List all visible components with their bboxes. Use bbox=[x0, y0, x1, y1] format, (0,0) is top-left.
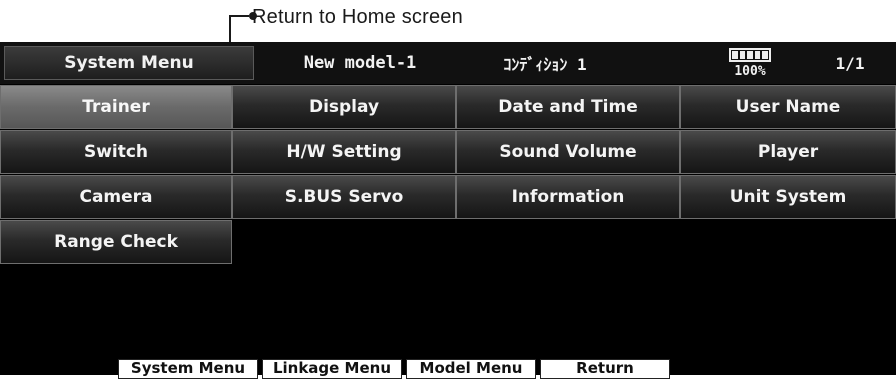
menu-item-information[interactable]: Information bbox=[456, 175, 680, 219]
tab-system-menu[interactable]: System Menu bbox=[118, 359, 258, 379]
battery-indicator: 100% bbox=[700, 42, 800, 84]
menu-item-trainer[interactable]: Trainer bbox=[0, 85, 232, 129]
menu-item-hw-setting[interactable]: H/W Setting bbox=[232, 130, 456, 174]
callout-line bbox=[229, 15, 249, 17]
menu-item-sbus-servo[interactable]: S.BUS Servo bbox=[232, 175, 456, 219]
menu-item-date-and-time[interactable]: Date and Time bbox=[456, 85, 680, 129]
menu-item-sound-volume[interactable]: Sound Volume bbox=[456, 130, 680, 174]
tab-model-menu[interactable]: Model Menu bbox=[406, 359, 536, 379]
menu-item-user-name[interactable]: User Name bbox=[680, 85, 896, 129]
menu-item-display[interactable]: Display bbox=[232, 85, 456, 129]
callout-text: Return to Home screen bbox=[252, 6, 463, 28]
model-name: New model-1 bbox=[303, 53, 417, 73]
menu-item-switch[interactable]: Switch bbox=[0, 130, 232, 174]
menu-item-range-check[interactable]: Range Check bbox=[0, 220, 232, 264]
return-home-callout: Return to Home screen bbox=[0, 0, 896, 77]
tab-return[interactable]: Return bbox=[540, 359, 670, 379]
menu-item-camera[interactable]: Camera bbox=[0, 175, 232, 219]
footer-tabs: System Menu Linkage Menu Model Menu Retu… bbox=[0, 357, 896, 379]
page-indicator: 1/1 bbox=[835, 53, 865, 73]
header-bar: System Menu New model-1 ｺﾝﾃﾞｨｼｮﾝ 1 100% … bbox=[0, 42, 896, 84]
battery-level: 100% bbox=[734, 63, 766, 79]
transmitter-screen: System Menu New model-1 ｺﾝﾃﾞｨｼｮﾝ 1 100% … bbox=[0, 42, 896, 379]
battery-icon bbox=[729, 47, 771, 62]
menu-item-unit-system[interactable]: Unit System bbox=[680, 175, 896, 219]
menu-item-player[interactable]: Player bbox=[680, 130, 896, 174]
condition-name: ｺﾝﾃﾞｨｼｮﾝ 1 bbox=[503, 55, 587, 74]
home-button[interactable]: System Menu bbox=[4, 46, 254, 80]
tab-linkage-menu[interactable]: Linkage Menu bbox=[262, 359, 402, 379]
